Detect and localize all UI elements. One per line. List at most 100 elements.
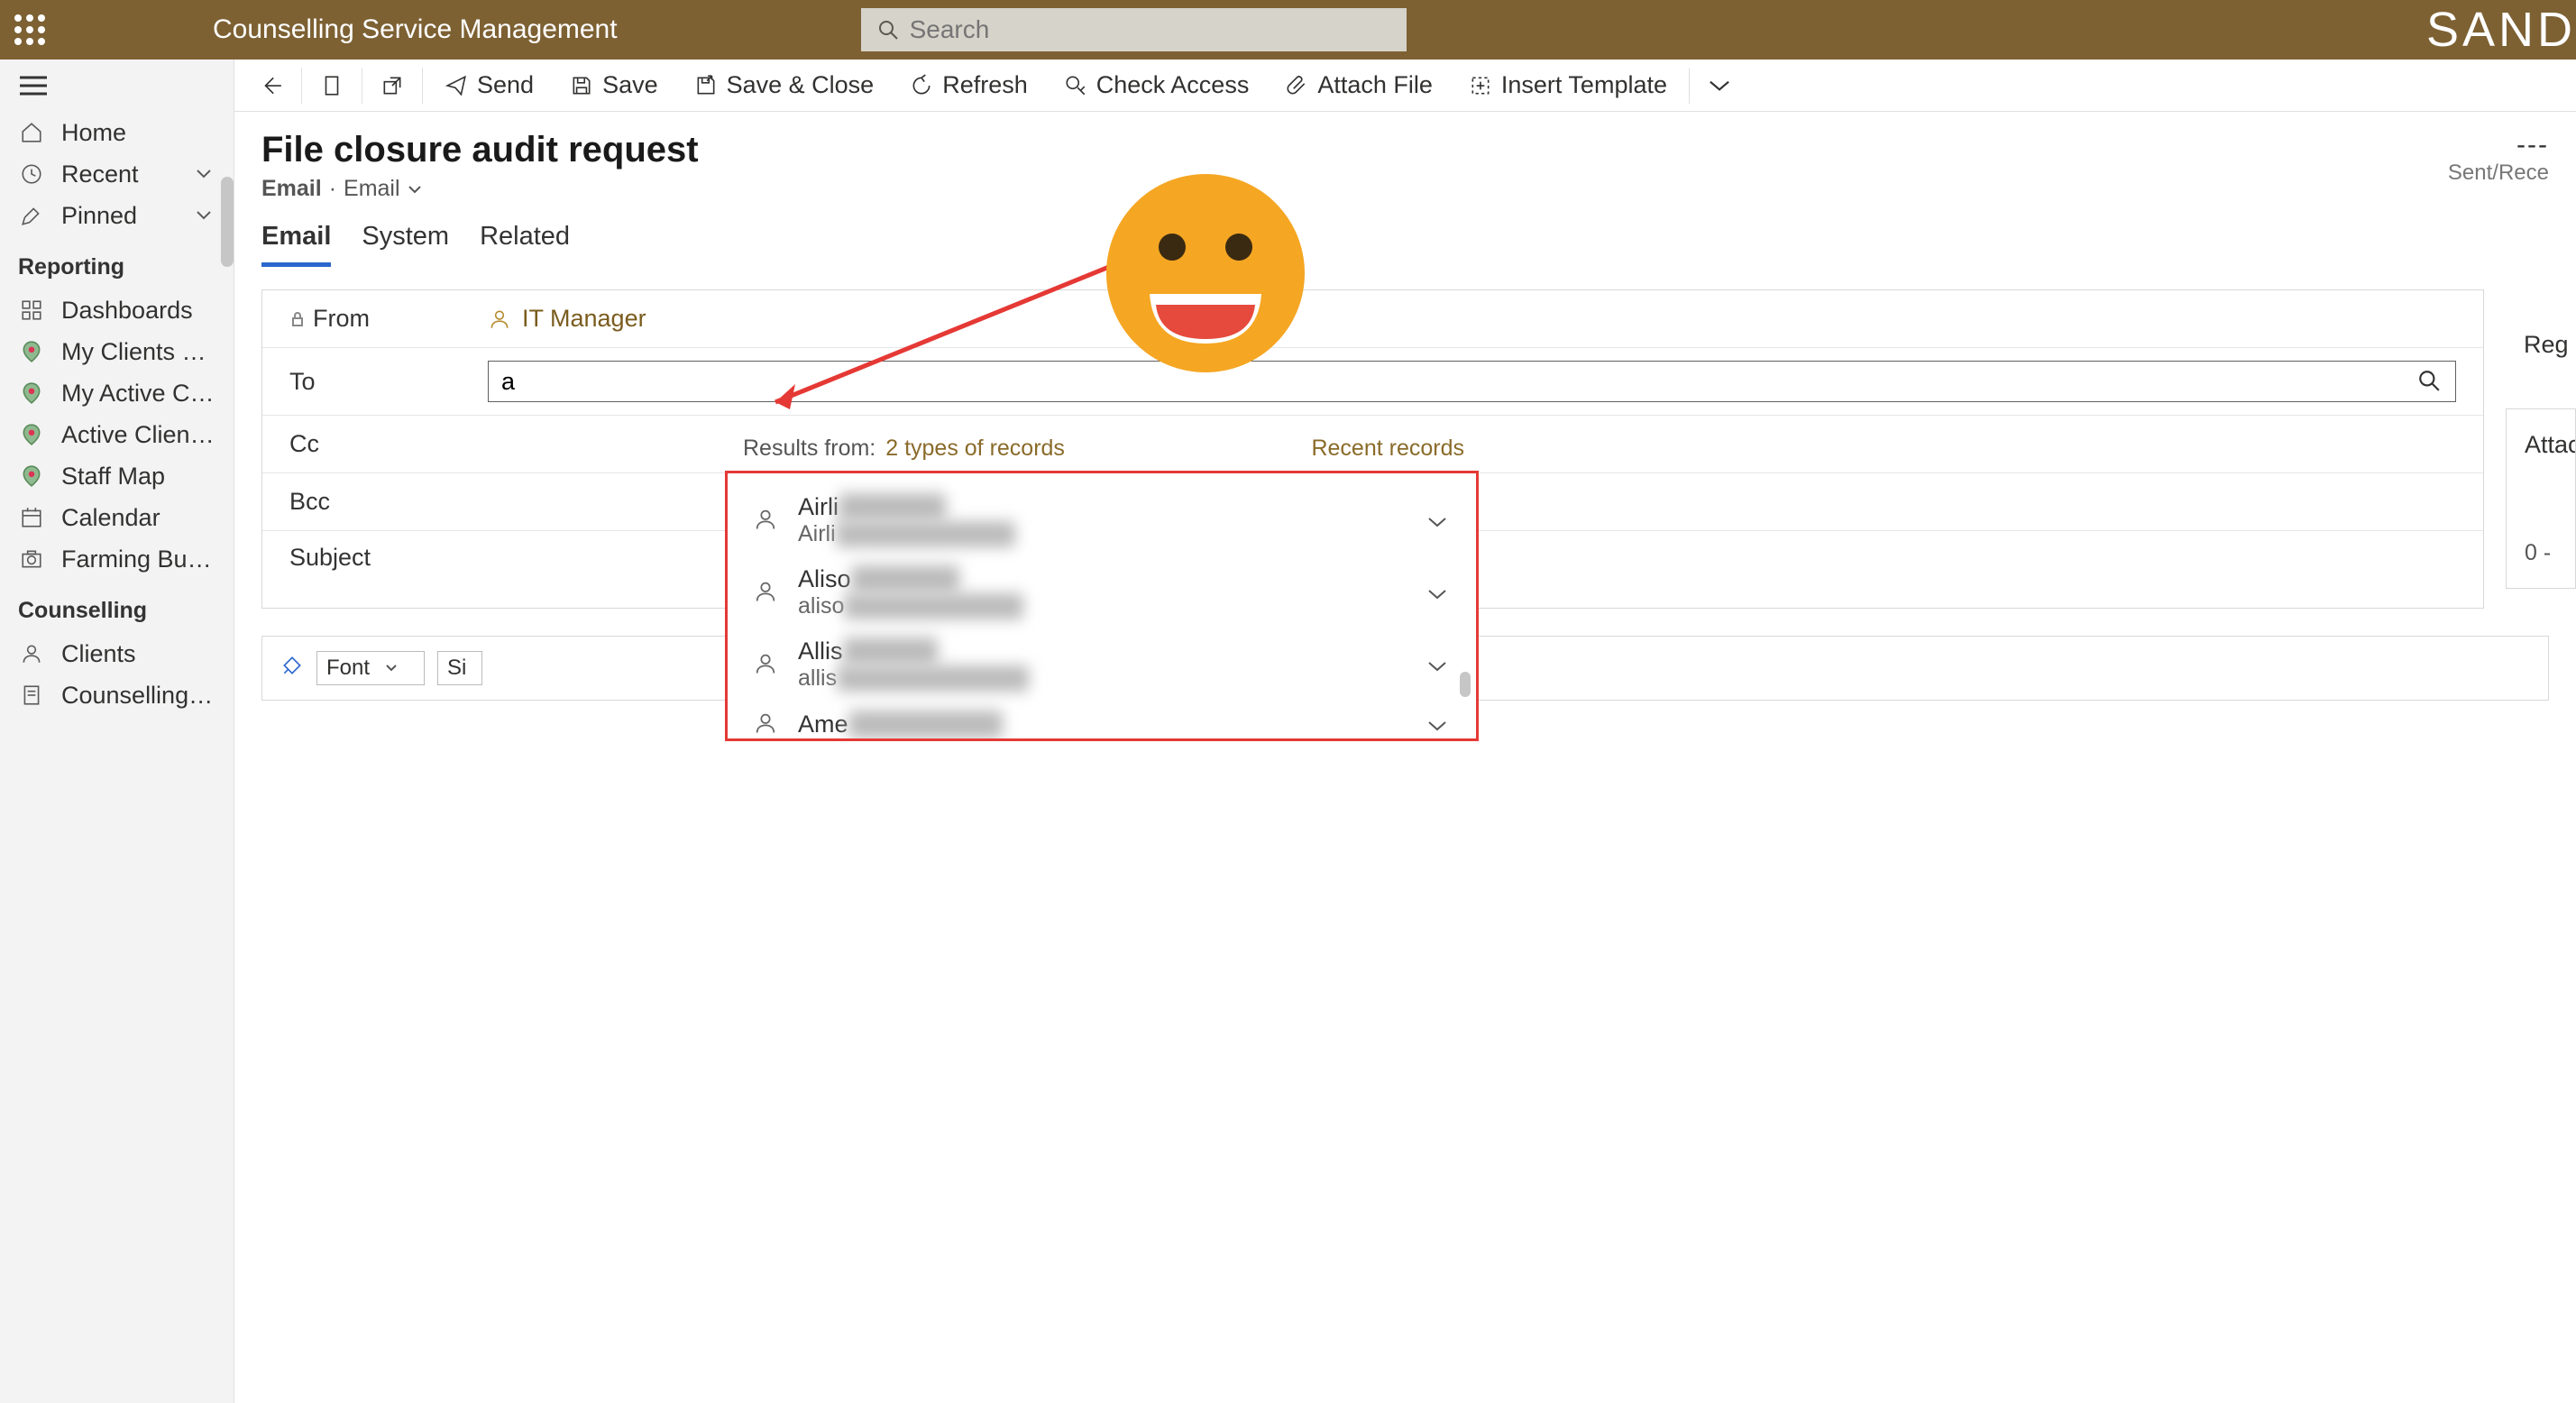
chevron-down-icon	[192, 204, 215, 227]
page-title: File closure audit request	[261, 130, 699, 170]
sidebar-toggle-button[interactable]	[0, 60, 234, 112]
sidebar-item-my-clients-map[interactable]: My Clients Map	[0, 331, 234, 372]
record-types-link[interactable]: 2 types of records	[885, 436, 1065, 461]
environment-label: SAND	[2399, 0, 2576, 60]
sidebar-item-home[interactable]: Home	[0, 112, 234, 153]
sidebar-item-clients[interactable]: Clients	[0, 633, 234, 674]
sidebar-item-dashboards[interactable]: Dashboards	[0, 289, 234, 331]
to-lookup-input[interactable]	[501, 368, 2417, 396]
open-new-window-button[interactable]	[366, 60, 418, 112]
lookup-search-button[interactable]	[2417, 369, 2443, 394]
tab-email[interactable]: Email	[261, 222, 331, 267]
lookup-result-item[interactable]: Amelia Richardson	[728, 701, 1476, 738]
to-row: To	[262, 348, 2483, 416]
search-icon	[2417, 369, 2441, 392]
recent-records-link[interactable]: Recent records	[1311, 436, 1464, 462]
home-icon	[18, 119, 45, 146]
result-name-prefix: Allis	[798, 637, 843, 665]
check-access-button[interactable]: Check Access	[1046, 60, 1268, 112]
map-pin-icon	[18, 380, 45, 407]
from-value-chip[interactable]: IT Manager	[488, 305, 646, 333]
send-icon	[445, 74, 468, 97]
sidebar-item-staff-map[interactable]: Staff Map	[0, 455, 234, 497]
global-search-input[interactable]	[910, 15, 1390, 44]
font-family-label: Font	[326, 656, 370, 681]
overflow-menu-button[interactable]	[1693, 60, 1746, 112]
app-launcher-button[interactable]	[0, 0, 60, 60]
sidebar-item-label: Home	[61, 119, 215, 147]
sidebar-item-label: My Clients Map	[61, 338, 215, 366]
left-sidebar: Home Recent Pinned Reporting Dashboards …	[0, 60, 234, 1403]
sidebar-item-label: Active Clients Map	[61, 421, 215, 449]
expand-result-button[interactable]	[1427, 578, 1451, 607]
results-from-text: Results from: 2 types of records	[743, 436, 1065, 462]
person-icon	[753, 711, 780, 738]
field-label: Bcc	[289, 488, 330, 516]
tab-related[interactable]: Related	[480, 222, 570, 267]
field-label: Subject	[289, 544, 371, 572]
result-name-blurred: e Haskins	[839, 493, 946, 521]
font-size-select[interactable]: Si	[437, 651, 482, 685]
expand-result-button[interactable]	[1427, 710, 1451, 738]
result-email-blurred: on@rfcnsw.com.au	[837, 665, 1029, 692]
sidebar-item-my-active-clients[interactable]: My Active Clients ...	[0, 372, 234, 414]
save-close-button[interactable]: Save & Close	[676, 60, 893, 112]
result-name-prefix: Aliso	[798, 565, 851, 592]
back-button[interactable]	[245, 60, 298, 112]
sidebar-item-pinned[interactable]: Pinned	[0, 195, 234, 236]
sidebar-item-recent[interactable]: Recent	[0, 153, 234, 195]
cmd-label: Send	[477, 71, 534, 99]
result-name-blurred: on Davis	[843, 637, 938, 665]
font-family-select[interactable]: Font	[316, 651, 425, 685]
sidebar-item-calendar[interactable]: Calendar	[0, 497, 234, 538]
record-set-button[interactable]	[306, 60, 358, 112]
sidebar-scrollbar[interactable]	[221, 177, 234, 267]
global-search[interactable]	[861, 8, 1407, 51]
lookup-scrollbar[interactable]	[1460, 672, 1471, 697]
tab-system[interactable]: System	[362, 222, 449, 267]
page-header: File closure audit request Email · Email…	[234, 112, 2576, 202]
sidebar-item-active-clients-map[interactable]: Active Clients Map	[0, 414, 234, 455]
lookup-results-list: Airlie Haskins Airlie@rfcnsw.com.au Alis…	[725, 471, 1479, 741]
expand-result-button[interactable]	[1427, 506, 1451, 535]
lookup-result-item[interactable]: Alison Gregory alison@rfcnsw.com.au	[728, 556, 1476, 628]
main-content: Send Save Save & Close Refresh Check Acc…	[234, 60, 2576, 1403]
result-name-prefix: Airli	[798, 493, 839, 520]
camera-icon	[18, 546, 45, 573]
result-email-blurred: e@rfcnsw.com.au	[836, 521, 1015, 547]
save-close-icon	[694, 74, 718, 97]
command-bar: Send Save Save & Close Refresh Check Acc…	[234, 60, 2576, 112]
attachments-card[interactable]: Attachn 0 -	[2506, 408, 2576, 589]
send-button[interactable]: Send	[426, 60, 552, 112]
chevron-down-icon	[192, 162, 215, 186]
form-tabs: Email System Related	[234, 202, 2576, 268]
right-panel: Reg Attachn 0 -	[2506, 289, 2576, 609]
search-icon	[877, 19, 899, 41]
status-value: ---	[2448, 130, 2549, 160]
map-pin-icon	[18, 338, 45, 365]
save-icon	[570, 74, 593, 97]
expand-result-button[interactable]	[1427, 650, 1451, 679]
app-topbar: Counselling Service Management SAND	[0, 0, 2576, 60]
sidebar-item-counselling-services[interactable]: Counselling Servi...	[0, 674, 234, 716]
person-icon	[488, 307, 511, 331]
to-lookup-input-wrap[interactable]	[488, 361, 2456, 402]
attach-file-button[interactable]: Attach File	[1267, 60, 1451, 112]
hamburger-icon	[20, 75, 47, 96]
person-icon	[753, 579, 780, 606]
format-painter-button[interactable]	[280, 654, 304, 683]
refresh-icon	[910, 74, 933, 97]
from-row: From IT Manager	[262, 290, 2483, 348]
cmd-label: Save & Close	[727, 71, 875, 99]
person-icon	[753, 651, 780, 678]
sidebar-item-farming-business[interactable]: Farming Business ...	[0, 538, 234, 580]
regarding-card[interactable]: Reg	[2506, 316, 2576, 372]
field-label: From	[313, 305, 370, 333]
insert-template-button[interactable]: Insert Template	[1451, 60, 1685, 112]
refresh-button[interactable]: Refresh	[892, 60, 1046, 112]
lookup-result-item[interactable]: Allison Davis allison@rfcnsw.com.au	[728, 628, 1476, 701]
lookup-result-item[interactable]: Airlie Haskins Airlie@rfcnsw.com.au	[728, 484, 1476, 556]
regarding-label: Reg	[2524, 331, 2569, 359]
form-name[interactable]: Email	[344, 176, 400, 202]
save-button[interactable]: Save	[552, 60, 676, 112]
